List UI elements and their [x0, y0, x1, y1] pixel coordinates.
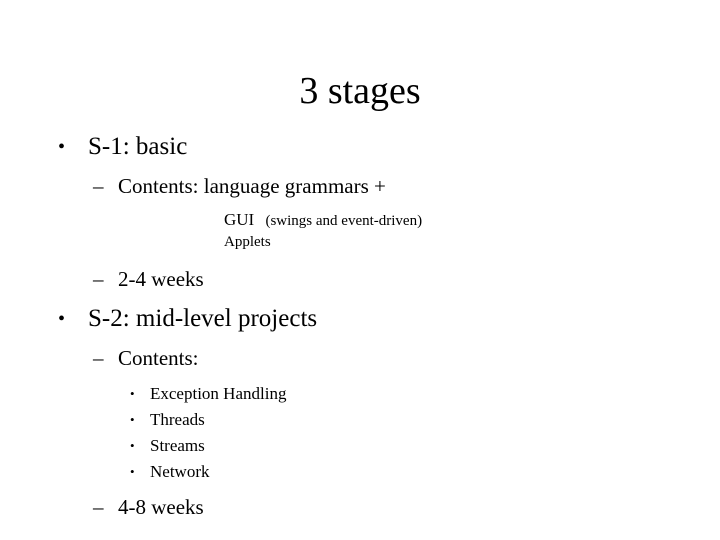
- dash-marker-icon: –: [93, 267, 104, 291]
- bullet-item-level3: • Exception Handling: [0, 381, 720, 407]
- bullet-text: Streams: [150, 436, 205, 455]
- bullet-marker-icon: •: [130, 438, 135, 453]
- bullet-item-level2: – 2-4 weeks: [0, 265, 720, 294]
- bullet-item-level3: • Network: [0, 459, 720, 485]
- slide-body: • S-1: basic – Contents: language gramma…: [0, 130, 720, 522]
- bullet-text: Threads: [150, 410, 205, 429]
- dash-marker-icon: –: [93, 495, 104, 519]
- bullet-item-level1: • S-2: mid-level projects: [0, 302, 720, 336]
- bullet-item-level2: – Contents: language grammars +: [0, 172, 720, 201]
- bullet-marker-icon: •: [130, 412, 135, 427]
- bullet-item-level2: – Contents:: [0, 344, 720, 373]
- bullet-text: Network: [150, 462, 210, 481]
- bullet-text: 2-4 weeks: [118, 267, 204, 291]
- dash-marker-icon: –: [93, 174, 104, 198]
- bullet-marker-icon: •: [130, 386, 135, 401]
- dash-marker-icon: –: [93, 346, 104, 370]
- bullet-text: (swings and event-driven): [265, 213, 423, 229]
- bullet-text: Exception Handling: [150, 384, 287, 403]
- bullet-text: S-2: mid-level projects: [88, 305, 318, 332]
- bullet-item-level3: • Streams: [0, 433, 720, 459]
- bullet-text: S-1: basic: [88, 133, 188, 160]
- slide: 3 stages • S-1: basic – Contents: langua…: [0, 0, 720, 540]
- page-title: 3 stages: [299, 70, 421, 112]
- bullet-marker-icon: •: [130, 464, 135, 479]
- bullet-item-level1: • S-1: basic: [0, 130, 720, 164]
- bullet-item-level3: • Threads: [0, 407, 720, 433]
- bullet-marker-icon: •: [58, 136, 66, 158]
- bullet-text-lead: GUI: [224, 210, 255, 229]
- bullet-text: Applets: [224, 234, 271, 250]
- bullet-marker-icon: •: [58, 308, 66, 330]
- bullet-text: Contents:: [118, 346, 199, 370]
- bullet-item-level3: Applets: [0, 232, 720, 253]
- bullet-text: 4-8 weeks: [118, 495, 204, 519]
- bullet-item-level2: – 4-8 weeks: [0, 493, 720, 522]
- bullet-text: Contents: language grammars +: [118, 174, 386, 198]
- bullet-item-level3: GUI (swings and event-driven): [0, 209, 720, 232]
